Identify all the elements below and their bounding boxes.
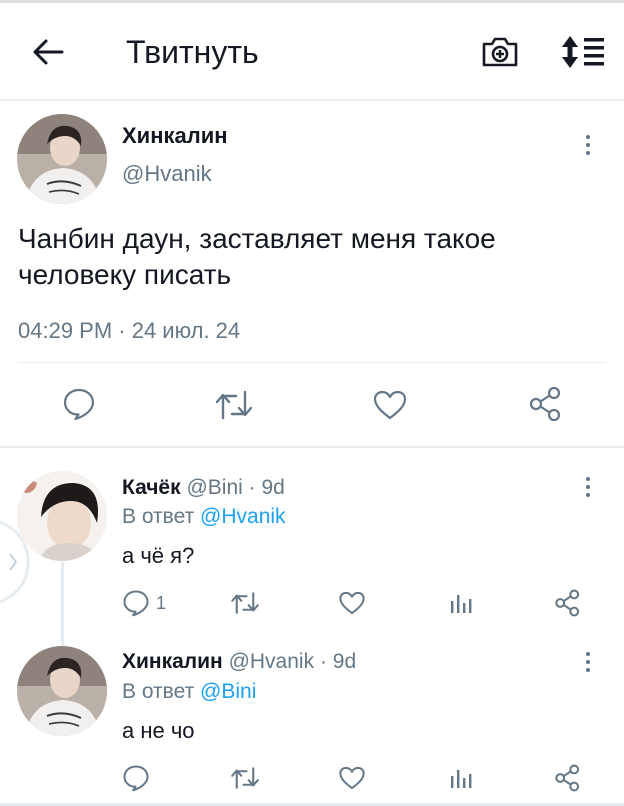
arrow-left-icon[interactable] [30,36,66,68]
share-icon[interactable] [554,589,582,617]
like-icon[interactable] [338,590,366,616]
tweet-author-handle[interactable]: @Hvanik [122,160,212,188]
more-options-icon[interactable] [585,652,591,676]
tweet-timestamp: 04:29 PM · 24 июл. 24 [18,318,241,343]
like-icon[interactable] [338,765,366,791]
top-edge [0,0,624,3]
reply-icon[interactable] [122,589,150,617]
reply-text: а чё я? [122,543,195,568]
retweet-icon[interactable] [214,388,254,422]
reply-header: Хинкалин @Hvanik · 9d [122,649,356,675]
reply-age: · 9d [248,476,285,499]
thread-connector-line [61,562,64,646]
reply-context: В ответ @Bini [122,679,256,705]
reply-author-name[interactable]: Хинкалин [122,650,223,673]
reply-author-name[interactable]: Качёк [122,476,181,499]
reply-count: 1 [156,593,167,613]
reply-author-handle[interactable]: @Hvanik [229,650,315,673]
reply-icon[interactable] [62,387,96,421]
reply-context: В ответ @Hvanik [122,504,286,530]
reply-text: а не чо [122,718,195,743]
avatar[interactable] [17,471,107,561]
timestamp-divider [18,362,606,363]
header-divider [0,99,624,101]
reply-icon[interactable] [122,764,150,792]
main-tweet-divider [0,446,624,448]
page-title: Твитнуть [126,34,259,70]
share-icon[interactable] [528,386,564,422]
like-icon[interactable] [372,389,408,421]
retweet-icon[interactable] [230,765,260,791]
tweet-text-line1: Чанбин даун, заставляет меня такое [18,223,496,254]
reply-context-prefix: В ответ [122,680,195,703]
reply-context-prefix: В ответ [122,505,195,528]
avatar[interactable] [17,646,107,736]
reply-to-link[interactable]: @Hvanik [200,505,286,528]
share-icon[interactable] [554,764,582,792]
more-options-icon[interactable] [585,477,591,501]
analytics-icon[interactable] [449,766,473,790]
reply-author-handle[interactable]: @Bini [186,476,242,499]
sort-lines-icon[interactable] [560,34,606,70]
reply-to-link[interactable]: @Bini [200,680,256,703]
avatar[interactable] [17,114,107,204]
camera-plus-icon[interactable] [480,34,520,70]
analytics-icon[interactable] [449,591,473,615]
tweet-author-name[interactable]: Хинкалин [122,122,228,150]
retweet-icon[interactable] [230,590,260,616]
more-options-icon[interactable] [585,135,591,159]
reply-header: Качёк @Bini · 9d [122,475,285,501]
tweet-text-line2: человеку писать [18,259,232,290]
reply-age: · 9d [319,650,357,673]
